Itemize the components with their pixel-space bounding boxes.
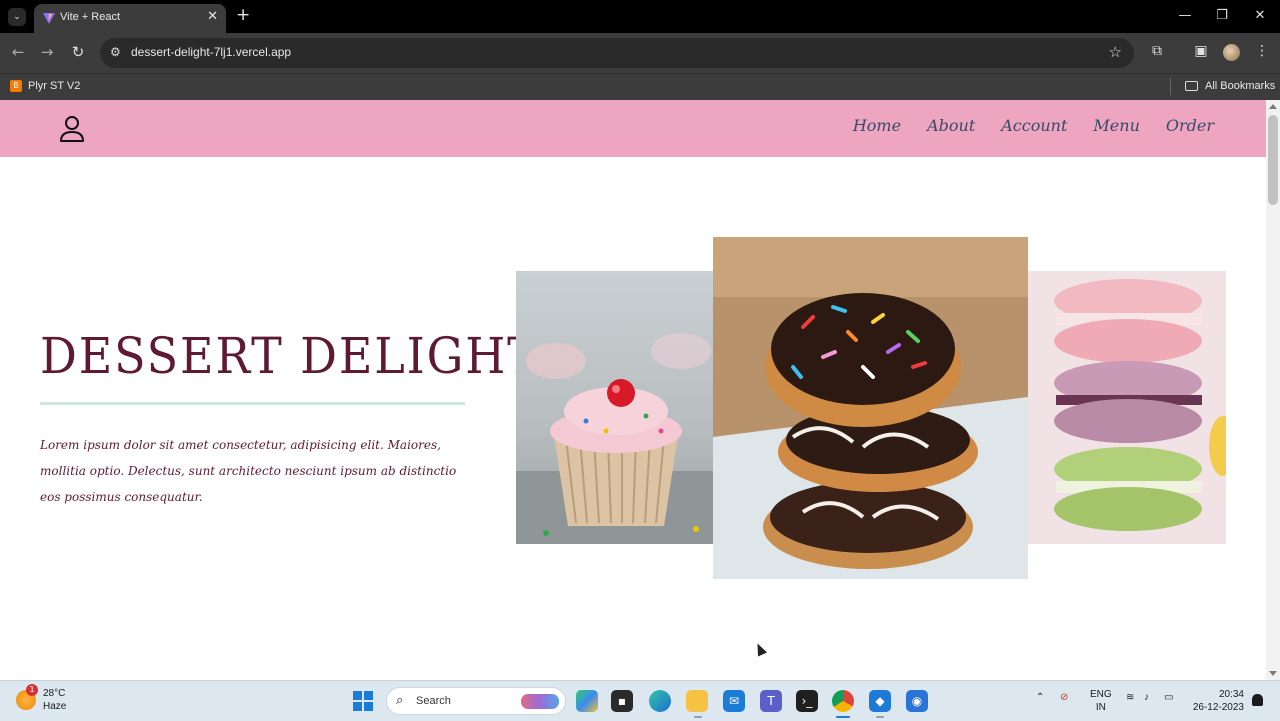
hero-divider [40,402,465,405]
chrome-icon[interactable] [832,690,854,712]
nav-menu[interactable]: Menu [1093,116,1139,135]
hero-paragraph: Lorem ipsum dolor sit amet consectetur, … [40,438,457,504]
macarons-illustration [1028,271,1226,544]
chrome-active-indicator [836,716,850,718]
scroll-thumb[interactable] [1268,115,1278,205]
language-indicator[interactable]: ENG IN [1090,688,1112,714]
nav-home[interactable]: Home [853,116,901,135]
weather-badge: 1 [26,684,38,696]
back-arrow-icon[interactable]: ← [8,43,28,61]
bookmark-label: Plyr ST V2 [28,80,81,92]
start-windows-icon[interactable] [353,691,373,711]
new-tab-button[interactable]: + [236,7,250,24]
mouse-cursor [752,641,768,657]
tray-overflow-chevron-icon[interactable]: ⌃ [1036,692,1044,703]
bookmark-plyr[interactable]: B Plyr ST V2 [10,80,80,92]
page-scrollbar[interactable] [1266,100,1280,680]
edge-icon[interactable] [649,690,671,712]
main-nav: Home About Account Menu Order [827,116,1214,135]
macarons-image [1028,271,1226,544]
side-panel-icon[interactable]: ▣ [1191,43,1211,59]
tab-close-icon[interactable]: ✕ [207,9,218,24]
all-bookmarks-label: All Bookmarks [1205,80,1276,92]
maximize-button[interactable]: ❐ [1212,8,1232,23]
terminal-icon[interactable]: ›_ [796,690,818,712]
weather-sun-icon: 1 [16,684,38,710]
windows-taskbar: 1 28°C Haze ⌕ Search ▪ ✉ T ›_ ◆ ◉ ⌃ ⊘ EN… [0,680,1280,721]
search-icon: ⌕ [396,693,404,708]
cupcake-illustration [516,333,713,544]
weather-widget[interactable]: 1 28°C Haze [16,684,67,713]
vscode-icon[interactable]: ◆ [869,690,891,712]
page-viewport: Home About Account Menu Order DESSERT DE… [0,100,1266,680]
all-bookmarks-button[interactable]: All Bookmarks [1185,80,1275,92]
battery-icon[interactable]: ▭ [1164,692,1173,703]
vscode-running-indicator [876,716,884,718]
mail-icon[interactable]: ✉ [723,690,745,712]
notification-bell-icon[interactable] [1252,694,1263,706]
scroll-down-arrow-icon[interactable] [1269,671,1277,676]
close-window-button[interactable]: ✕ [1250,8,1270,23]
explorer-running-indicator [694,716,702,718]
language-line1: ENG [1090,689,1112,700]
forward-arrow-icon[interactable]: → [37,43,57,61]
nav-account[interactable]: Account [1001,116,1067,135]
cupcake-image [516,271,713,544]
clock-date: 26-12-2023 [1192,702,1244,713]
address-bar[interactable]: ⚙ dessert-delight-7lj1.vercel.app ☆ [100,38,1134,68]
task-view-icon[interactable]: ▪ [611,690,633,712]
taskbar-search[interactable]: ⌕ Search [386,687,566,715]
wifi-icon[interactable]: ≋ [1126,692,1134,703]
hero-title: DESSERT DELIGHT [40,327,540,385]
language-line2: IN [1095,702,1106,713]
bookmark-star-icon[interactable]: ☆ [1109,43,1122,61]
folder-icon [1185,81,1198,91]
more-menu-icon[interactable]: ⋮ [1252,43,1272,59]
teams-icon[interactable]: T [760,690,782,712]
system-clock[interactable]: 20:34 26-12-2023 [1190,688,1244,714]
weather-condition: Haze [43,701,67,712]
file-explorer-icon[interactable] [686,690,708,712]
site-info-icon[interactable]: ⚙ [110,45,121,59]
nav-order[interactable]: Order [1166,116,1214,135]
extensions-icon[interactable]: ⧉ [1147,43,1167,59]
vite-favicon-icon [43,13,55,24]
profile-avatar[interactable] [1223,44,1240,61]
tab-search-chevron-icon[interactable]: ⌄ [8,8,26,26]
tab-title: Vite + React [60,11,121,23]
blogger-favicon-icon: B [10,80,22,92]
browser-tab[interactable]: Vite + React ✕ [34,4,226,33]
url-text[interactable]: dessert-delight-7lj1.vercel.app [131,45,291,59]
scroll-up-arrow-icon[interactable] [1269,104,1277,109]
copilot-icon[interactable] [576,690,598,712]
bookmarks-divider [1170,78,1171,95]
tab-strip: ⌄ Vite + React ✕ + — ❐ ✕ [0,0,1280,33]
donuts-image [713,237,1028,579]
search-label: Search [416,695,451,707]
weather-temp: 28°C [43,688,66,699]
search-highlight-icon [521,694,559,709]
browser-toolbar: ← → ↻ ⚙ dessert-delight-7lj1.vercel.app … [0,33,1280,73]
bookmarks-bar: B Plyr ST V2 All Bookmarks [0,73,1280,101]
clock-time: 20:34 [1218,689,1244,700]
donuts-illustration [713,237,1028,579]
volume-icon[interactable]: ♪ [1144,692,1149,703]
minimize-button[interactable]: — [1175,8,1195,23]
screen-capture-icon[interactable]: ◉ [906,690,928,712]
nav-about[interactable]: About [927,116,975,135]
site-header: Home About Account Menu Order [0,100,1266,157]
user-account-icon[interactable] [58,114,86,144]
tray-app-icon[interactable]: ⊘ [1060,692,1068,703]
reload-icon[interactable]: ↻ [68,43,88,61]
